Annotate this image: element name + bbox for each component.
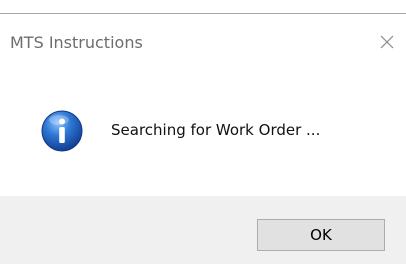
close-icon[interactable]	[377, 32, 397, 52]
message-text: Searching for Work Order ...	[111, 121, 321, 139]
button-area: OK	[0, 196, 406, 264]
window-title: MTS Instructions	[10, 33, 143, 52]
info-icon	[41, 110, 83, 152]
dialog-content: Searching for Work Order ...	[0, 74, 406, 196]
title-bar[interactable]: MTS Instructions	[0, 14, 406, 74]
message-dialog: MTS Instructions Searching for Work Orde…	[0, 0, 406, 264]
ok-button[interactable]: OK	[257, 219, 385, 251]
